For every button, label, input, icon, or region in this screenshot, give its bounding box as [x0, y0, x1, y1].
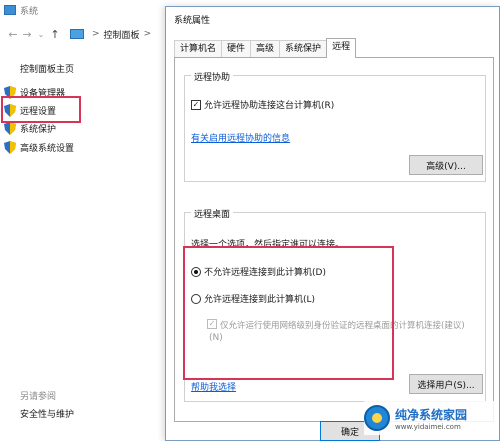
- shield-icon: [4, 121, 16, 135]
- dialog-title: 系统属性: [174, 15, 211, 26]
- control-panel-icon: [70, 29, 84, 39]
- watermark-url: www.yidaimei.com: [395, 422, 461, 431]
- help-me-choose-link[interactable]: 帮助我选择: [191, 380, 236, 393]
- remote-assistance-group: 远程协助 ✓ 允许远程协助连接这台计算机(R) 有关启用远程协助的信息 高级(V…: [184, 70, 486, 182]
- dialog-tabs: 计算机名 硬件 高级 系统保护 远程: [174, 38, 357, 58]
- sidebar-item-label: 系统保护: [20, 124, 57, 135]
- allow-remote-assistance-checkbox[interactable]: ✓: [191, 99, 201, 110]
- advanced-button[interactable]: 高级(V)...: [409, 155, 483, 175]
- remote-desktop-highlight-box: [183, 246, 394, 380]
- shield-icon: [4, 140, 16, 154]
- back-arrow-icon[interactable]: ←: [6, 28, 20, 41]
- watermark-name: 纯净系统家园: [395, 407, 468, 422]
- window-title: 系统: [20, 6, 39, 17]
- sidebar-item-advanced-settings[interactable]: 高级系统设置: [4, 139, 74, 155]
- see-also-heading: 另请参阅: [20, 392, 57, 402]
- tab-remote[interactable]: 远程: [326, 38, 357, 58]
- dialog-titlebar: 系统属性: [166, 7, 499, 31]
- left-navigation-panel: 控制面板主页 设备管理器 远程设置 系统保护 高级系统设置 另请参阅 安全性与维…: [0, 50, 165, 441]
- tab-advanced[interactable]: 高级: [250, 40, 281, 58]
- watermark-text: 纯净系统家园 www.yidaimei.com: [395, 406, 467, 431]
- system-properties-dialog: 系统属性 计算机名 硬件 高级 系统保护 远程 远程协助 ✓ 允许远程协助连接这…: [165, 6, 500, 441]
- allow-remote-assistance-label: 允许远程协助连接这台计算机(R): [204, 101, 335, 111]
- system-app-icon: [4, 5, 16, 15]
- control-panel-home-link[interactable]: 控制面板主页: [20, 62, 74, 75]
- remote-settings-highlight-box: [1, 96, 81, 123]
- remote-assistance-title: 远程协助: [191, 70, 234, 83]
- remote-assistance-info-link[interactable]: 有关启用远程协助的信息: [191, 131, 290, 144]
- watermark-logo-icon: [364, 405, 390, 431]
- breadcrumb-separator: >: [92, 29, 100, 39]
- forward-arrow-icon[interactable]: →: [20, 28, 34, 41]
- security-maintenance-link[interactable]: 安全性与维护: [20, 407, 74, 420]
- tab-computer-name[interactable]: 计算机名: [174, 40, 223, 58]
- tab-hardware[interactable]: 硬件: [221, 40, 252, 58]
- sidebar-item-label: 高级系统设置: [20, 143, 75, 154]
- remote-desktop-title: 远程桌面: [191, 207, 234, 220]
- allow-remote-assistance-row[interactable]: ✓ 允许远程协助连接这台计算机(R): [191, 98, 334, 111]
- tab-system-protection[interactable]: 系统保护: [279, 40, 328, 58]
- select-users-button[interactable]: 选择用户(S)...: [409, 374, 483, 394]
- up-arrow-icon[interactable]: ↑: [48, 28, 62, 41]
- remote-tab-panel: 远程协助 ✓ 允许远程协助连接这台计算机(R) 有关启用远程协助的信息 高级(V…: [174, 57, 494, 422]
- site-watermark: 纯净系统家园 www.yidaimei.com: [364, 401, 494, 435]
- recent-dropdown-icon[interactable]: ⌄: [34, 30, 48, 39]
- breadcrumb-separator-2: >: [143, 29, 152, 39]
- breadcrumb-control-panel[interactable]: 控制面板: [104, 28, 140, 41]
